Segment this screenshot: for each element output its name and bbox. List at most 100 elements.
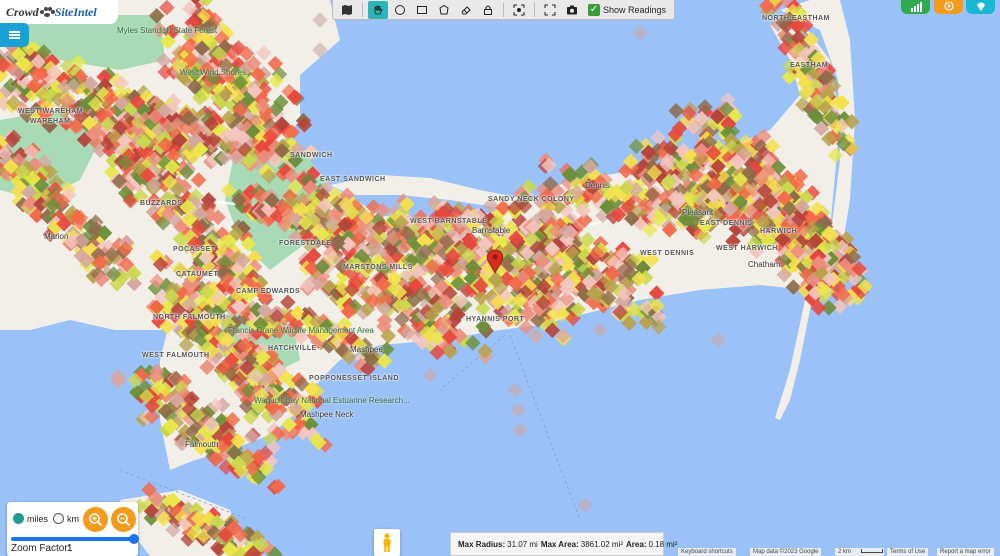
terms-link[interactable]: Terms of Use — [887, 548, 929, 556]
lock-tool-button[interactable] — [478, 1, 498, 19]
region-label: WEST DENNIS — [640, 250, 695, 257]
max-area-label: Max Area: — [540, 539, 579, 549]
location-button[interactable] — [966, 0, 995, 14]
hand-icon — [374, 5, 383, 14]
park-label: Waquoit Bay National Estuarine Research.… — [254, 396, 410, 405]
focus-tool-button[interactable] — [509, 1, 529, 19]
region-label: CAMP EDWARDS — [236, 288, 301, 295]
area-value: 0.18 mi² — [648, 539, 678, 549]
pegman-icon — [383, 532, 391, 552]
paw-icon — [39, 7, 55, 17]
km-radio[interactable] — [53, 513, 64, 524]
camera-icon — [567, 5, 577, 14]
map-tool-button[interactable] — [337, 1, 357, 19]
max-area-value: 3861.02 mi² — [580, 539, 624, 549]
polygon-tool-button[interactable] — [434, 1, 454, 19]
rectangle-icon — [417, 5, 427, 14]
focus-icon — [513, 4, 525, 15]
region-label: NORTH EASTHAM — [762, 15, 830, 22]
eraser-icon — [461, 5, 471, 14]
scale-bar — [861, 549, 883, 553]
region-label: SANDY NECK COLONY — [488, 196, 575, 203]
zoom-factor-label: Zoom Factor: — [11, 543, 71, 554]
units-panel: miles km Zoom Factor: 1 — [7, 502, 139, 556]
zoom-in-icon — [89, 513, 103, 527]
km-label: km — [67, 514, 79, 524]
hamburger-icon — [9, 34, 20, 36]
region-label: FORESTDALE — [279, 240, 332, 247]
town-label: Mashpee — [350, 345, 383, 354]
show-readings-label: Show Readings — [603, 4, 667, 15]
region-label: WEST WAREHAM — [18, 108, 84, 115]
menu-button[interactable] — [0, 23, 29, 47]
screenshot-button[interactable] — [562, 1, 582, 19]
zoom-factor-slider[interactable] — [11, 537, 135, 541]
map-icon — [342, 4, 352, 15]
keyboard-shortcuts-link[interactable]: Keyboard shortcuts — [678, 548, 736, 556]
region-label: POPPONESSET ISLAND — [309, 375, 399, 382]
miles-radio[interactable] — [13, 513, 24, 524]
area-stats-bar: Max Radius: 31.07 mi Max Area: 3861.02 m… — [450, 532, 677, 556]
region-label: BUZZARDS — [140, 200, 183, 207]
region-label: EAST SANDWICH — [320, 176, 386, 183]
app-logo: Crowd SiteIntel — [0, 0, 118, 24]
region-label: WEST HARWICH — [716, 245, 778, 252]
rectangle-tool-button[interactable] — [412, 1, 432, 19]
zoom-factor-value: 1 — [67, 543, 73, 554]
report-map-error-link[interactable]: Report a map error — [937, 548, 994, 556]
logo-text-left: Crowd — [6, 4, 39, 19]
toolbar-divider — [503, 2, 504, 17]
bar-chart-icon — [910, 2, 922, 12]
max-radius-value: 31.07 mi — [507, 539, 538, 549]
town-label: Pleasant — [682, 208, 714, 217]
circle-icon — [395, 4, 405, 15]
zoom-factor-slider-handle[interactable] — [129, 534, 139, 544]
toolbar-divider — [362, 2, 363, 17]
target-button[interactable] — [934, 0, 963, 14]
region-label: CATAUMET — [176, 271, 219, 278]
miles-label: miles — [27, 514, 49, 524]
park-label: Myles Standish State Forest — [117, 26, 218, 35]
region-label: WAREHAM — [30, 118, 71, 125]
region-label: MARSTONS MILLS — [343, 264, 413, 271]
target-icon — [943, 2, 954, 11]
polygon-icon — [439, 4, 449, 14]
chart-button[interactable] — [901, 0, 930, 14]
town-label: Dennis — [585, 181, 610, 190]
park-label: Francis Crane Wildlife Management Area — [228, 326, 374, 335]
zoom-in-button[interactable] — [83, 507, 108, 532]
region-label: WEST BARNSTABLE — [410, 218, 488, 225]
town-label: Marion — [44, 232, 69, 241]
toolbar-divider — [534, 2, 535, 17]
max-radius-label: Max Radius: — [458, 539, 506, 549]
region-label: HYANNIS PORT — [466, 316, 525, 323]
eraser-tool-button[interactable] — [456, 1, 476, 19]
logo-text-right: SiteIntel — [54, 4, 97, 19]
street-view-button[interactable] — [374, 529, 400, 556]
town-label: Chatham — [748, 260, 781, 269]
zoom-out-button[interactable] — [111, 507, 136, 532]
show-readings-toggle[interactable]: ✓ Show Readings — [588, 3, 670, 16]
fullscreen-icon — [544, 4, 556, 15]
fullscreen-button[interactable] — [540, 1, 560, 19]
park-label: West Wind Shores — [180, 68, 247, 77]
region-label: SANDWICH — [290, 152, 333, 159]
town-label: Barnstable — [472, 226, 511, 235]
lock-icon — [484, 5, 492, 15]
area-label: Area: — [626, 539, 647, 549]
town-label: Mashpee Neck — [300, 410, 354, 419]
map-base — [0, 0, 1000, 556]
region-label: HARWICH — [760, 228, 798, 235]
drawing-toolbar: ✓ Show Readings — [332, 0, 676, 20]
region-label: HATCHVILLE — [268, 345, 317, 352]
map-data-attribution: Map data ©2023 Google — [750, 548, 822, 556]
region-label: POCASSET — [173, 246, 216, 253]
pan-tool-button[interactable] — [368, 0, 388, 19]
circle-tool-button[interactable] — [390, 1, 410, 19]
map-canvas[interactable]: NORTH EASTHAM EASTHAM SANDY NECK COLONY … — [0, 0, 1000, 556]
location-icon — [976, 2, 985, 11]
region-label: EAST DENNIS — [700, 220, 753, 227]
region-label: NORTH FALMOUTH — [153, 314, 226, 321]
town-label: Falmouth — [185, 440, 219, 449]
checkbox-checked-icon[interactable]: ✓ — [588, 3, 600, 16]
